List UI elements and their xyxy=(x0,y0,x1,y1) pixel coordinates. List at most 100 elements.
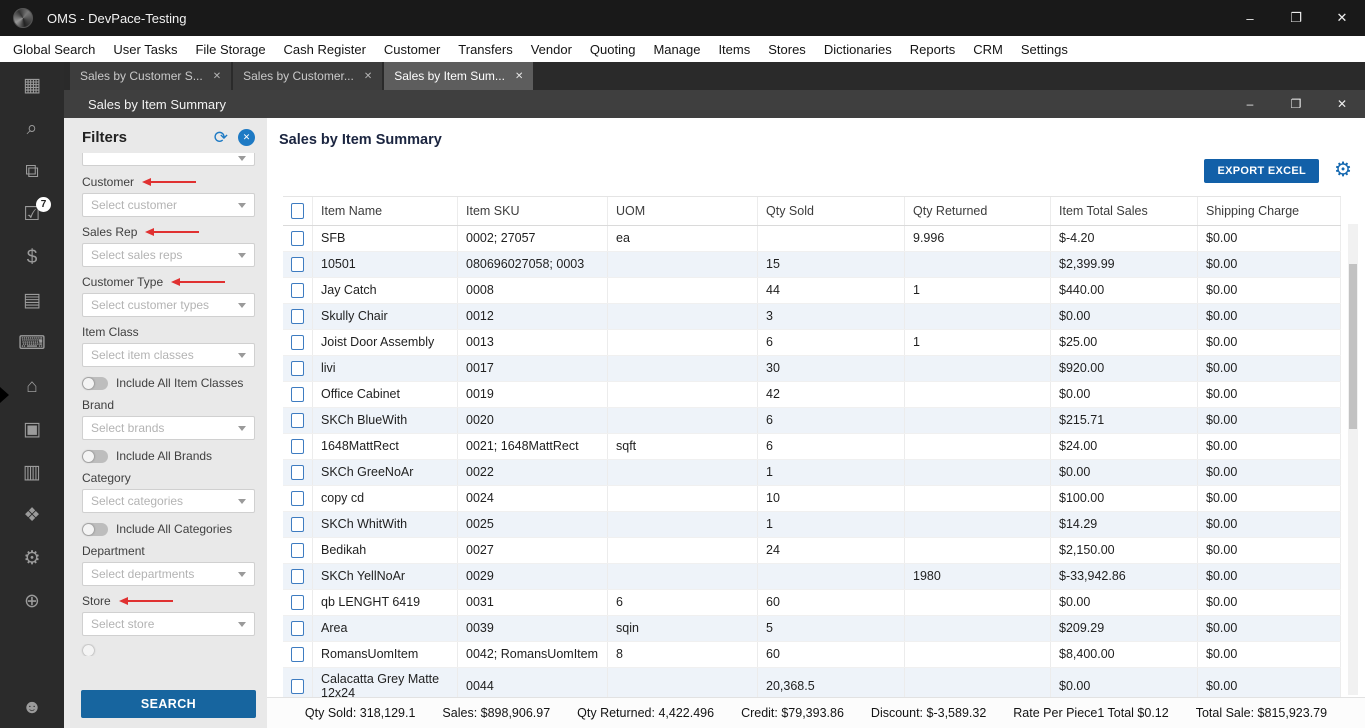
menu-item[interactable]: Cash Register xyxy=(275,42,375,57)
close-button[interactable]: ✕ xyxy=(1319,0,1365,36)
table-row[interactable]: SKCh BlueWith 0020 6 $215.71 $0.00 xyxy=(283,408,1341,434)
panel-expander-arrow-icon[interactable] xyxy=(0,387,9,403)
minimize-button[interactable]: – xyxy=(1227,0,1273,36)
menu-item[interactable]: Manage xyxy=(644,42,709,57)
sidebar-item-dashboard[interactable]: ▦ xyxy=(0,64,64,107)
menu-item[interactable]: File Storage xyxy=(186,42,274,57)
filter-select[interactable]: Select customer xyxy=(82,193,255,217)
table-row[interactable]: SKCh YellNoAr 0029 1980 $-33,942.86 $0.0… xyxy=(283,564,1341,590)
inner-minimize-button[interactable]: – xyxy=(1227,90,1273,118)
table-row[interactable]: SFB 0002; 27057 ea 9.996 $-4.20 $0.00 xyxy=(283,226,1341,252)
filter-select[interactable]: Select customer types xyxy=(82,293,255,317)
menu-item[interactable]: Dictionaries xyxy=(815,42,901,57)
menu-item[interactable]: Reports xyxy=(901,42,965,57)
column-header-item-name[interactable]: Item Name xyxy=(313,197,458,225)
sidebar-item-user[interactable]: ☻ xyxy=(0,690,64,724)
table-row[interactable]: Area 0039 sqin 5 $209.29 $0.00 xyxy=(283,616,1341,642)
menu-item[interactable]: Customer xyxy=(375,42,449,57)
table-row[interactable]: 10501 080696027058; 0003 15 $2,399.99 $0… xyxy=(283,252,1341,278)
toggle-switch[interactable] xyxy=(82,376,108,390)
select-all-checkbox[interactable] xyxy=(291,203,304,219)
column-header-qty-returned[interactable]: Qty Returned xyxy=(905,197,1051,225)
inner-close-button[interactable]: ✕ xyxy=(1319,90,1365,118)
table-row[interactable]: 1648MattRect 0021; 1648MattRect sqft 6 $… xyxy=(283,434,1341,460)
table-row[interactable]: Calacatta Grey Matte 12x24 0044 20,368.5… xyxy=(283,668,1341,697)
column-header-uom[interactable]: UOM xyxy=(608,197,758,225)
table-row[interactable]: RomansUomItem 0042; RomansUomItem 8 60 $… xyxy=(283,642,1341,668)
sidebar-item-web[interactable]: ⊕ xyxy=(0,580,64,623)
table-row[interactable]: Office Cabinet 0019 42 $0.00 $0.00 xyxy=(283,382,1341,408)
row-checkbox[interactable] xyxy=(291,569,304,584)
row-checkbox[interactable] xyxy=(291,257,304,272)
row-checkbox[interactable] xyxy=(291,595,304,610)
column-header-shipping-charge[interactable]: Shipping Charge xyxy=(1198,197,1341,225)
tab[interactable]: Sales by Customer S... ✕ xyxy=(70,62,232,90)
column-header-qty-sold[interactable]: Qty Sold xyxy=(758,197,905,225)
row-checkbox[interactable] xyxy=(291,361,304,376)
filter-select[interactable]: Select brands xyxy=(82,416,255,440)
toggle-switch[interactable] xyxy=(82,522,108,536)
table-row[interactable]: livi 0017 30 $920.00 $0.00 xyxy=(283,356,1341,382)
maximize-button[interactable]: ❐ xyxy=(1273,0,1319,36)
clear-filters-icon[interactable]: ✕ xyxy=(238,129,255,146)
sidebar-item-items[interactable]: ▣ xyxy=(0,408,64,451)
menu-item[interactable]: Global Search xyxy=(4,42,104,57)
table-row[interactable]: copy cd 0024 10 $100.00 $0.00 xyxy=(283,486,1341,512)
filter-select-clipped[interactable] xyxy=(82,153,255,166)
menu-item[interactable]: User Tasks xyxy=(104,42,186,57)
sidebar-item-stores[interactable]: ⌂ xyxy=(0,365,64,408)
refresh-icon[interactable]: ⟳ xyxy=(214,129,228,146)
row-checkbox[interactable] xyxy=(291,413,304,428)
sidebar-item-customers[interactable]: ▤ xyxy=(0,279,64,322)
menu-item[interactable]: CRM xyxy=(964,42,1012,57)
table-row[interactable]: SKCh WhitWith 0025 1 $14.29 $0.00 xyxy=(283,512,1341,538)
inner-maximize-button[interactable]: ❐ xyxy=(1273,90,1319,118)
sidebar-item-file-storage[interactable]: ⧉ xyxy=(0,150,64,193)
menu-item[interactable]: Stores xyxy=(759,42,815,57)
vertical-scrollbar[interactable] xyxy=(1348,224,1358,695)
row-checkbox[interactable] xyxy=(291,309,304,324)
sidebar-item-tags[interactable]: ❖ xyxy=(0,494,64,537)
table-row[interactable]: Jay Catch 0008 44 1 $440.00 $0.00 xyxy=(283,278,1341,304)
menu-item[interactable]: Quoting xyxy=(581,42,645,57)
menu-item[interactable]: Settings xyxy=(1012,42,1077,57)
row-checkbox[interactable] xyxy=(291,621,304,636)
row-checkbox[interactable] xyxy=(291,517,304,532)
gear-icon[interactable]: ⚙ xyxy=(1334,160,1352,180)
search-button[interactable]: SEARCH xyxy=(81,690,256,718)
filter-select[interactable]: Select sales reps xyxy=(82,243,255,267)
row-checkbox[interactable] xyxy=(291,491,304,506)
table-row[interactable]: qb LENGHT 6419 0031 6 60 $0.00 $0.00 xyxy=(283,590,1341,616)
filter-select[interactable]: Select categories xyxy=(82,489,255,513)
sidebar-item-search[interactable]: ⌕ xyxy=(0,107,64,150)
tab-close-icon[interactable]: ✕ xyxy=(364,71,372,82)
sidebar-item-sales[interactable]: $ xyxy=(0,236,64,279)
tab[interactable]: Sales by Customer... ✕ xyxy=(233,62,383,90)
menu-item[interactable]: Items xyxy=(709,42,759,57)
filter-select[interactable]: Select store xyxy=(82,612,255,636)
sidebar-item-settings[interactable]: ⚙ xyxy=(0,537,64,580)
row-checkbox[interactable] xyxy=(291,647,304,662)
tab-close-icon[interactable]: ✕ xyxy=(515,71,523,82)
menu-item[interactable]: Transfers xyxy=(449,42,521,57)
column-header-item-total-sales[interactable]: Item Total Sales xyxy=(1051,197,1198,225)
row-checkbox[interactable] xyxy=(291,231,304,246)
filter-select[interactable]: Select item classes xyxy=(82,343,255,367)
menu-item[interactable]: Vendor xyxy=(522,42,581,57)
sidebar-item-user-tasks[interactable]: ☑ 7 xyxy=(0,193,64,236)
filter-select[interactable]: Select departments xyxy=(82,562,255,586)
row-checkbox[interactable] xyxy=(291,678,304,694)
toggle-switch[interactable] xyxy=(82,449,108,463)
table-row[interactable]: Bedikah 0027 24 $2,150.00 $0.00 xyxy=(283,538,1341,564)
row-checkbox[interactable] xyxy=(291,465,304,480)
row-checkbox[interactable] xyxy=(291,387,304,402)
row-checkbox[interactable] xyxy=(291,283,304,298)
table-row[interactable]: Joist Door Assembly 0013 6 1 $25.00 $0.0… xyxy=(283,330,1341,356)
column-header-item-sku[interactable]: Item SKU xyxy=(458,197,608,225)
row-checkbox[interactable] xyxy=(291,335,304,350)
sidebar-item-orders[interactable]: ▥ xyxy=(0,451,64,494)
row-checkbox[interactable] xyxy=(291,439,304,454)
tab[interactable]: Sales by Item Sum... ✕ xyxy=(384,62,534,90)
scrollbar-thumb[interactable] xyxy=(1349,264,1357,429)
row-checkbox[interactable] xyxy=(291,543,304,558)
